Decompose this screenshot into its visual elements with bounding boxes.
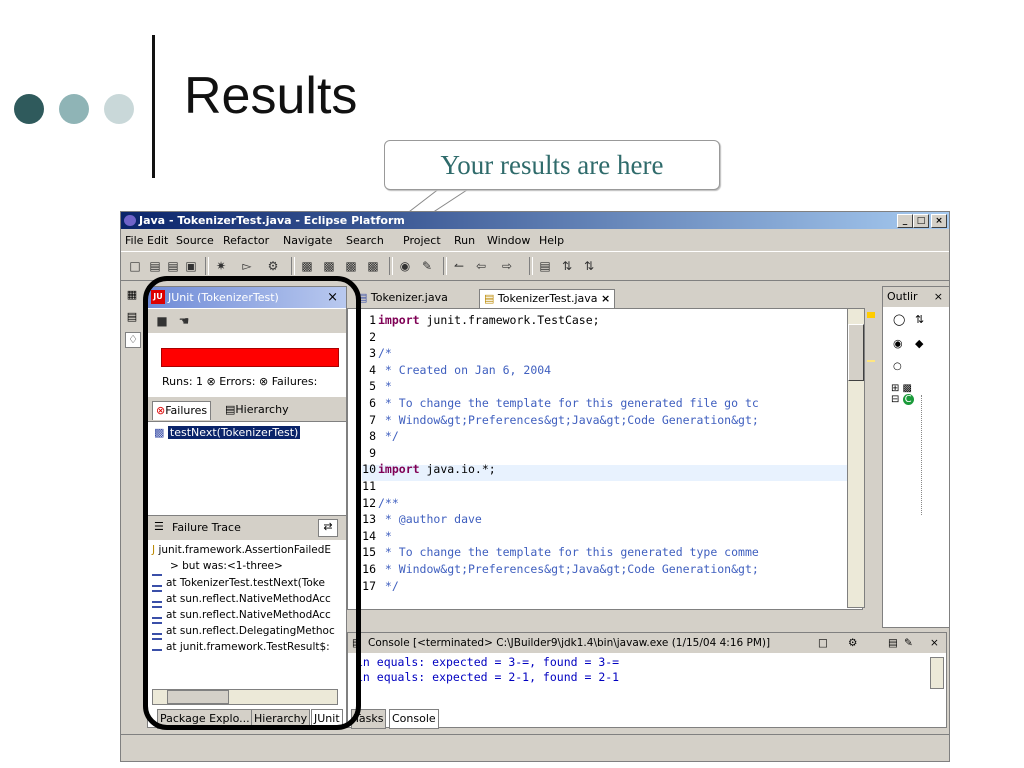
hide-nonpublic-icon[interactable]: ◆: [915, 337, 923, 350]
new-class-icon[interactable]: ▩: [321, 258, 337, 274]
maximize-button[interactable]: □: [913, 214, 929, 228]
console-titlebar: ▤ Console [<terminated> C:\JBuilder9\jdk…: [348, 633, 946, 653]
external-tools-icon[interactable]: ⚙: [265, 258, 281, 274]
toolbar-separator: [291, 257, 295, 275]
new-package-icon[interactable]: ▩: [299, 258, 315, 274]
hide-local-icon[interactable]: ○: [893, 361, 902, 372]
toolbar-separator: [205, 257, 209, 275]
close-console-button[interactable]: ×: [930, 633, 939, 653]
close-outline-button[interactable]: ×: [934, 287, 943, 307]
code-line[interactable]: 6 * To change the template for this gene…: [354, 396, 759, 411]
console-line: in equals: expected = 3-=, found = 3-=: [356, 655, 620, 669]
menu-bar: File Edit Source Refactor Navigate Searc…: [121, 231, 949, 249]
window-title: Java - TokenizerTest.java - Eclipse Plat…: [139, 214, 405, 227]
code-line[interactable]: 15 * To change the template for this gen…: [354, 545, 759, 560]
menu-project[interactable]: Project: [403, 234, 441, 247]
close-tab-icon: ×: [601, 292, 611, 305]
status-bar: [121, 734, 949, 759]
editor-vertical-scrollbar[interactable]: [847, 308, 865, 608]
window-titlebar: Java - TokenizerTest.java - Eclipse Plat…: [121, 212, 949, 229]
print-icon[interactable]: ▣: [183, 258, 199, 274]
menu-window[interactable]: Window: [487, 234, 530, 247]
class-icon: C: [902, 394, 914, 405]
search-icon[interactable]: ✎: [419, 258, 435, 274]
tab-tokenizer-java[interactable]: ▤ Tokenizer.java: [353, 289, 452, 307]
menu-refactor[interactable]: Refactor: [223, 234, 269, 247]
menu-run[interactable]: Run: [454, 234, 475, 247]
outline-title: Outlir: [887, 290, 918, 303]
menu-edit[interactable]: Edit: [147, 234, 168, 247]
code-line[interactable]: 7 * Window&gt;Preferences&gt;Java&gt;Cod…: [354, 413, 759, 428]
outline-titlebar: Outlir ×: [883, 287, 949, 307]
last-edit-icon[interactable]: ↼: [451, 258, 467, 274]
menu-help[interactable]: Help: [539, 234, 564, 247]
console-line: in equals: expected = 2-1, found = 2-1: [356, 670, 620, 684]
close-window-button[interactable]: ×: [931, 214, 947, 228]
bullet-dot-3: [104, 94, 134, 124]
bullet-dot-1: [14, 94, 44, 124]
run-icon[interactable]: ▻: [239, 258, 255, 274]
toolbar-separator: [443, 257, 447, 275]
slide-title: Results: [184, 67, 358, 125]
debug-icon[interactable]: ✷: [213, 258, 229, 274]
code-line[interactable]: 4 * Created on Jan 6, 2004: [354, 363, 551, 378]
code-line[interactable]: 1 import junit.framework.TestCase;: [354, 313, 600, 328]
toggle-icon[interactable]: ⇅: [581, 258, 597, 274]
menu-search[interactable]: Search: [346, 234, 384, 247]
display-console-icon[interactable]: ⚙: [848, 633, 857, 653]
open-type-icon[interactable]: ◉: [397, 258, 413, 274]
code-line[interactable]: 13 * @author dave: [354, 512, 482, 527]
show-source-icon[interactable]: ▤: [537, 258, 553, 274]
pin-console-icon[interactable]: □: [818, 633, 828, 653]
results-callout: Your results are here: [384, 140, 720, 190]
junit-highlight-outline: [143, 276, 361, 730]
console-scrollbar[interactable]: [930, 657, 944, 689]
tab-console[interactable]: Console: [389, 709, 439, 729]
code-editor[interactable]: 1 import junit.framework.TestCase; 2 3/* 4 *…: [347, 308, 863, 610]
editor-tabs: ▤ Tokenizer.java ▤ TokenizerTest.java ×: [349, 288, 876, 308]
tab-tokenizertest-java[interactable]: ▤ TokenizerTest.java ×: [479, 289, 616, 308]
outline-view: Outlir × ◯ ⇅ ◉ ◆ ○ ⊞ ▩ ⊟ C: [882, 286, 949, 628]
bullet-dot-2: [59, 94, 89, 124]
java-perspective-icon[interactable]: ♢: [125, 332, 141, 348]
new-interface-icon[interactable]: ▩: [343, 258, 359, 274]
menu-file[interactable]: File: [125, 234, 143, 247]
perspective-bar: ▦ ▤ ♢: [121, 282, 143, 752]
menu-source[interactable]: Source: [176, 234, 214, 247]
terminate-icon[interactable]: ▤: [888, 633, 898, 653]
toolbar-separator: [389, 257, 393, 275]
outline-tree[interactable]: ⊞ ▩ ⊟ C: [891, 383, 914, 405]
save-all-icon[interactable]: ▤: [165, 258, 181, 274]
clear-console-icon[interactable]: ✎: [904, 633, 913, 653]
open-perspective-icon[interactable]: ▦: [125, 288, 139, 302]
new-wizard-icon[interactable]: ▩: [365, 258, 381, 274]
console-tabs: Tasks Console: [349, 709, 469, 729]
minimize-button[interactable]: _: [897, 214, 913, 228]
eclipse-icon: [124, 215, 136, 226]
overview-ruler: [865, 308, 877, 606]
sort-icon[interactable]: ⇅: [915, 313, 924, 326]
resource-perspective-icon[interactable]: ▤: [125, 310, 139, 324]
toolbar-separator: [529, 257, 533, 275]
menu-navigate[interactable]: Navigate: [283, 234, 332, 247]
forward-icon[interactable]: ⇨: [499, 258, 515, 274]
code-line[interactable]: 10 import java.io.*;: [354, 462, 496, 477]
hide-static-icon[interactable]: ◉: [893, 337, 903, 350]
hide-fields-icon[interactable]: ◯: [893, 313, 905, 326]
new-icon[interactable]: □: [127, 258, 143, 274]
code-line[interactable]: 16 * Window&gt;Preferences&gt;Java&gt;Co…: [354, 562, 759, 577]
back-icon[interactable]: ⇦: [473, 258, 489, 274]
pin-icon[interactable]: ⇅: [559, 258, 575, 274]
title-divider: [152, 35, 155, 178]
save-icon[interactable]: ▤: [147, 258, 163, 274]
java-file-icon: ▤: [484, 292, 498, 305]
console-title: Console [<terminated> C:\JBuilder9\jdk1.…: [368, 637, 771, 649]
